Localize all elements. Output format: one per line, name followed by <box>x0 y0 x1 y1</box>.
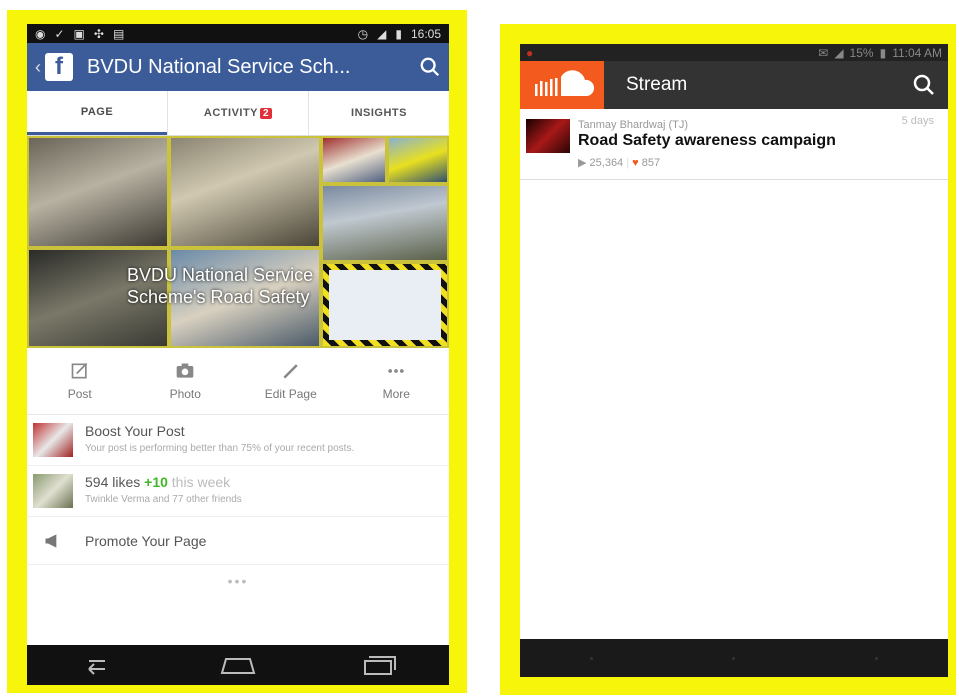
recent-apps-icon[interactable] <box>875 656 879 660</box>
camera-icon <box>176 363 194 378</box>
notification-badge: 2 <box>260 107 273 119</box>
search-icon[interactable] <box>912 73 936 97</box>
photo-label: Photo <box>169 387 201 401</box>
soundcloud-logo[interactable] <box>520 61 604 109</box>
pencil-icon <box>283 364 298 379</box>
whatsapp-icon: ◉ <box>35 26 46 41</box>
like-count: 857 <box>641 157 661 169</box>
page-title: BVDU National Service Sch... <box>87 55 351 78</box>
soundcloud-header: Stream <box>520 61 948 109</box>
play-count: 25,364 <box>589 157 624 169</box>
back-chevron-icon[interactable]: ‹ <box>35 57 41 78</box>
battery-icon: ▮ <box>879 45 887 60</box>
cover-photo <box>169 136 321 248</box>
status-time: 11:04 AM <box>892 45 942 60</box>
cover-photo <box>321 136 387 184</box>
promote-label: Promote Your Page <box>85 532 207 549</box>
cover-photo <box>387 136 449 184</box>
battery-percent: 15% <box>849 45 874 60</box>
usb-icon: ✣ <box>93 26 104 41</box>
tab-page[interactable]: PAGE <box>27 91 167 135</box>
tab-insights-label: INSIGHTS <box>351 107 407 119</box>
left-phone-frame: ◉ ✓ ▣ ✣ ▤ ◷ ◢ ▮ 16:05 ‹ f BVDU National … <box>7 10 467 693</box>
megaphone-icon <box>45 533 57 548</box>
cover-photo <box>27 136 169 248</box>
more-label: More <box>382 387 410 401</box>
more-dots[interactable]: ••• <box>27 565 449 597</box>
notification-icon: ● <box>526 45 534 60</box>
tab-page-label: PAGE <box>80 105 114 118</box>
status-bar: ● ✉ ◢ 15% ▮ 11:04 AM <box>520 44 948 61</box>
mail-icon: ✉ <box>818 45 829 60</box>
status-time: 16:05 <box>410 26 441 41</box>
facebook-header: ‹ f BVDU National Service Sch... <box>27 43 449 91</box>
track-item[interactable]: Tanmay Bhardwaj (TJ) Road Safety awarene… <box>520 109 948 180</box>
signal-icon: ◢ <box>377 26 387 41</box>
tab-activity-label: ACTIVITY <box>203 107 259 119</box>
promote-page-row[interactable]: Promote Your Page <box>27 517 449 565</box>
tab-insights[interactable]: INSIGHTS <box>308 91 449 135</box>
soundcloud-app-screen: ● ✉ ◢ 15% ▮ 11:04 AM Stream Tanmay Bhard… <box>520 44 948 677</box>
android-nav-bar <box>27 645 449 685</box>
post-label: Post <box>67 387 92 401</box>
facebook-app-screen: ◉ ✓ ▣ ✣ ▤ ◷ ◢ ▮ 16:05 ‹ f BVDU National … <box>27 24 449 685</box>
boost-post-row[interactable]: Boost Your Post Your post is performing … <box>27 415 449 466</box>
back-icon[interactable] <box>75 653 119 677</box>
more-button[interactable]: More <box>344 348 450 414</box>
facebook-logo-icon: f <box>45 53 73 81</box>
track-user: Tanmay Bhardwaj (TJ) <box>578 119 689 131</box>
tab-activity[interactable]: ACTIVITY 2 <box>167 91 308 135</box>
edit-page-button[interactable]: Edit Page <box>238 348 344 414</box>
cover-photo-collage[interactable]: BVDU National Service Scheme's Road Safe… <box>27 136 449 348</box>
cloud-icon <box>535 70 595 96</box>
compose-icon <box>71 362 88 379</box>
back-icon[interactable] <box>589 656 593 660</box>
boost-subtitle: Your post is performing better than 75% … <box>85 443 355 454</box>
recent-apps-icon[interactable] <box>357 653 401 677</box>
status-bar: ◉ ✓ ▣ ✣ ▤ ◷ ◢ ▮ 16:05 <box>27 24 449 43</box>
track-title: Road Safety awareness campaign <box>578 132 836 149</box>
likes-count: 594 likes <box>85 474 141 490</box>
heart-icon: ♥ <box>632 157 639 169</box>
likes-delta: +10 <box>144 474 168 490</box>
play-icon: ▶ <box>578 157 587 169</box>
signal-icon: ◢ <box>834 45 844 60</box>
boost-title: Boost Your Post <box>85 423 185 439</box>
track-time: 5 days <box>901 115 934 127</box>
battery-icon: ▮ <box>395 26 402 41</box>
right-phone-frame: ● ✉ ◢ 15% ▮ 11:04 AM Stream Tanmay Bhard… <box>500 24 956 695</box>
alarm-icon: ◷ <box>357 26 369 41</box>
home-icon[interactable] <box>216 653 260 677</box>
cover-photo <box>321 262 449 348</box>
android-nav-bar <box>520 639 948 677</box>
cover-photo <box>321 184 449 262</box>
likes-row[interactable]: 594 likes +10 this week Twinkle Verma an… <box>27 466 449 517</box>
track-artwork <box>526 119 570 153</box>
bag-icon: ▤ <box>112 26 125 41</box>
image-icon: ▣ <box>73 26 85 41</box>
photo-button[interactable]: Photo <box>133 348 239 414</box>
cover-overlay-text: BVDU National Service Scheme's Road Safe… <box>127 265 314 307</box>
check-icon: ✓ <box>54 26 65 41</box>
edit-page-label: Edit Page <box>264 387 317 401</box>
likes-friends: Twinkle Verma and 77 other friends <box>85 494 242 505</box>
search-icon[interactable] <box>419 56 441 78</box>
stream-title: Stream <box>626 74 688 95</box>
home-icon[interactable] <box>732 656 736 660</box>
page-tabs: PAGE ACTIVITY 2 INSIGHTS <box>27 91 449 136</box>
more-dots-icon <box>388 369 404 373</box>
page-actions: Post Photo Edit Page More <box>27 348 449 415</box>
post-button[interactable]: Post <box>27 348 133 414</box>
likes-thumbnail <box>33 474 73 508</box>
likes-period: this week <box>171 474 231 490</box>
boost-thumbnail <box>33 423 73 457</box>
